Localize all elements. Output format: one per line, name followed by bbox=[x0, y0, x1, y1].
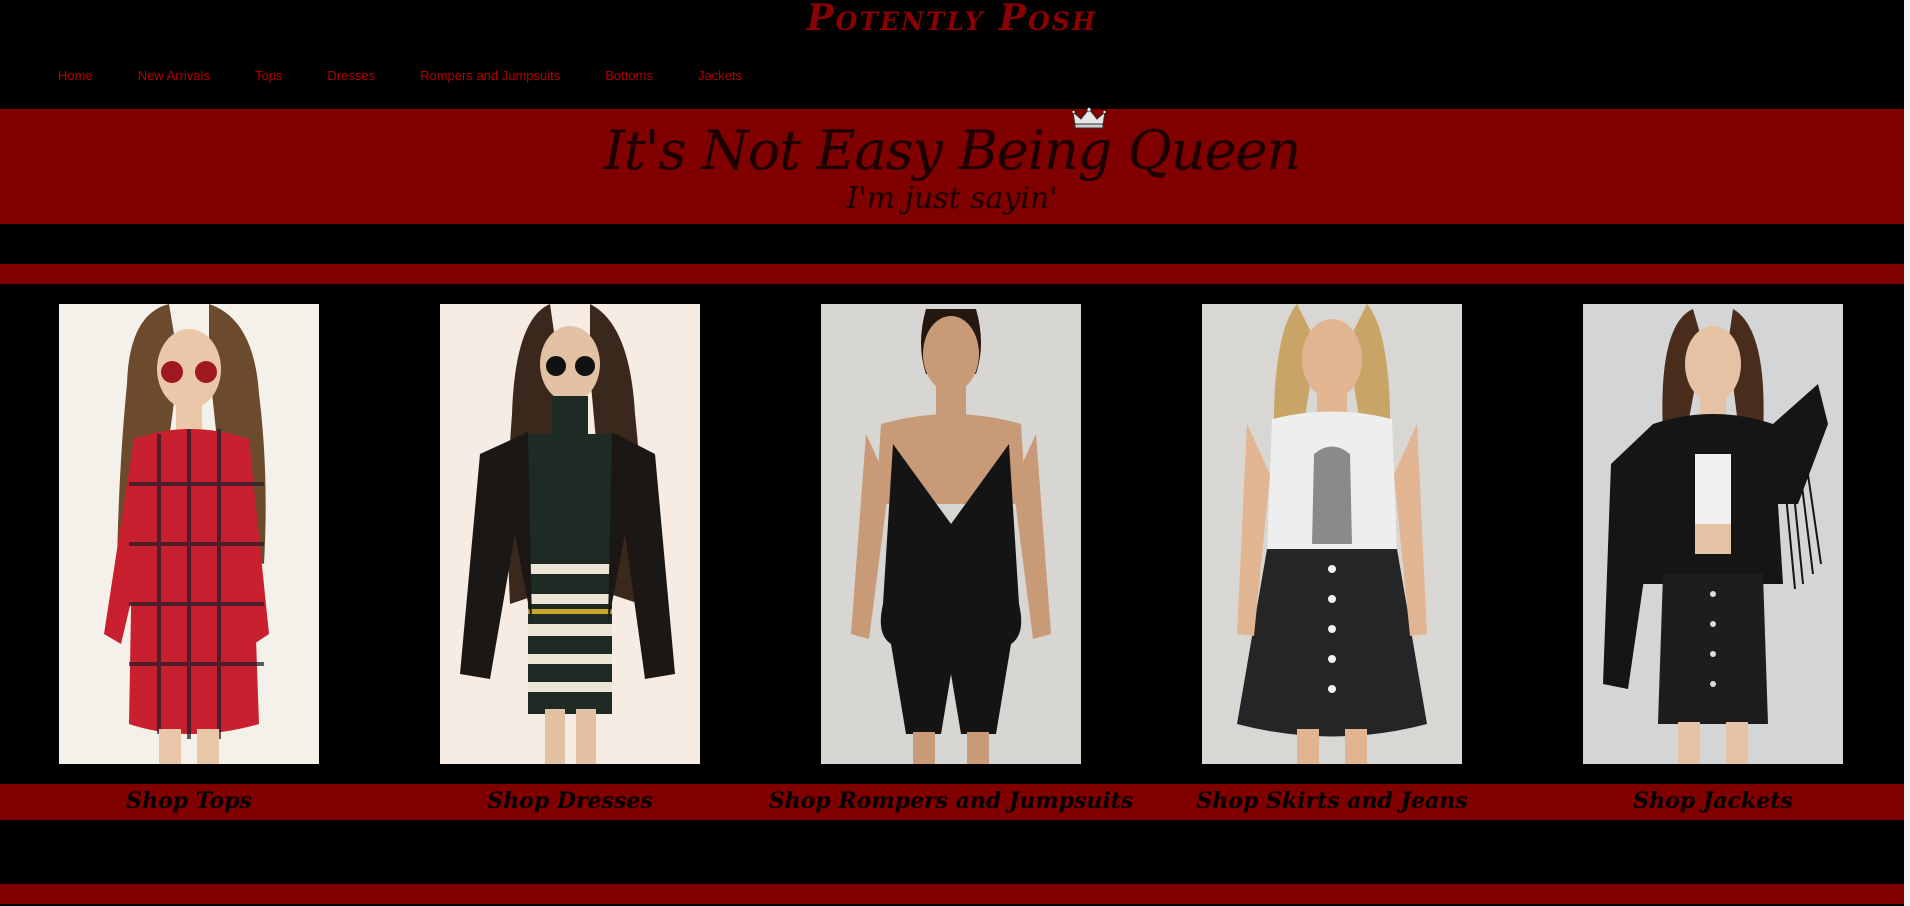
nav-jackets[interactable]: Jackets bbox=[698, 66, 742, 86]
shop-rompers-jumpsuits-link[interactable]: Shop Rompers and Jumpsuits bbox=[769, 784, 1134, 820]
crown-icon bbox=[1072, 107, 1106, 129]
nav-tops[interactable]: Tops bbox=[255, 66, 282, 86]
nav-home[interactable]: Home bbox=[58, 66, 93, 86]
category-label-bar: Shop Tops Shop Dresses Shop Rompers and … bbox=[0, 784, 1904, 820]
product-photo-skirts-jeans[interactable] bbox=[1202, 304, 1462, 764]
shop-dresses-link[interactable]: Shop Dresses bbox=[487, 784, 652, 820]
product-card-dresses[interactable] bbox=[440, 304, 700, 764]
main-nav: Home New Arrivals Tops Dresses Rompers a… bbox=[58, 66, 742, 86]
product-photo-tops[interactable] bbox=[59, 304, 319, 764]
nav-bottoms[interactable]: Bottoms bbox=[605, 66, 653, 86]
product-card-jackets[interactable] bbox=[1583, 304, 1843, 764]
nav-rompers-jumpsuits[interactable]: Rompers and Jumpsuits bbox=[420, 66, 560, 86]
product-card-rompers[interactable] bbox=[821, 304, 1081, 764]
product-card-tops[interactable] bbox=[59, 304, 319, 764]
site-title[interactable]: Potently Posh bbox=[0, 0, 1904, 40]
product-photo-rompers[interactable] bbox=[821, 304, 1081, 764]
shop-skirts-jeans-link[interactable]: Shop Skirts and Jeans bbox=[1196, 784, 1467, 820]
divider-stripe bbox=[0, 264, 1904, 284]
footer-stripe bbox=[0, 884, 1904, 904]
product-photo-jackets[interactable] bbox=[1583, 304, 1843, 764]
nav-new-arrivals[interactable]: New Arrivals bbox=[138, 66, 210, 86]
vertical-scrollbar[interactable] bbox=[1904, 0, 1910, 906]
hero-banner: It's Not Easy Being Queen I'm just sayin… bbox=[0, 107, 1904, 224]
product-card-skirts-jeans[interactable] bbox=[1202, 304, 1462, 764]
product-photo-dresses[interactable] bbox=[440, 304, 700, 764]
shop-jackets-link[interactable]: Shop Jackets bbox=[1633, 784, 1792, 820]
nav-dresses[interactable]: Dresses bbox=[327, 66, 375, 86]
banner-subtitle: I'm just sayin' bbox=[846, 181, 1058, 216]
page: Potently Posh Home New Arrivals Tops Dre… bbox=[0, 0, 1904, 906]
banner-title: It's Not Easy Being Queen bbox=[603, 119, 1302, 182]
shop-tops-link[interactable]: Shop Tops bbox=[126, 784, 252, 820]
